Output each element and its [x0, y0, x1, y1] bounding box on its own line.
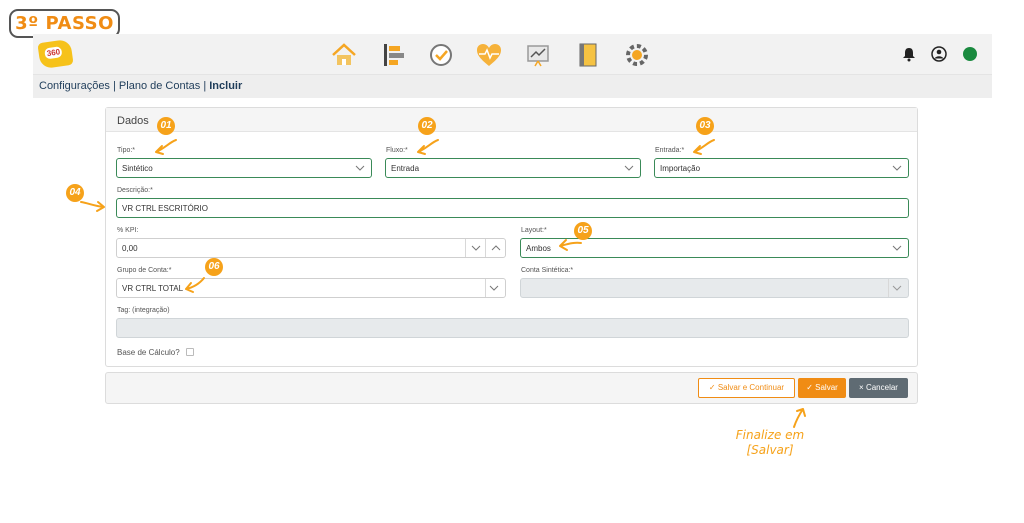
descricao-label: Descrição:*: [117, 187, 153, 194]
breadcrumb-plano-de-contas[interactable]: Plano de Contas: [119, 80, 200, 92]
base-calculo-checkbox[interactable]: [186, 348, 194, 356]
annotation-arrow-icon: [155, 139, 177, 155]
home-icon[interactable]: [330, 41, 358, 69]
divider: [485, 279, 486, 297]
close-icon: ×: [859, 383, 866, 392]
tag-input: [116, 318, 909, 338]
check-icon: ✓: [806, 383, 816, 392]
app-logo[interactable]: 360: [37, 38, 74, 70]
save-label: Salvar: [815, 383, 838, 392]
cancel-button[interactable]: × Cancelar: [849, 378, 908, 398]
kpi-value: 0,00: [122, 244, 138, 253]
finalize-note: Finalize em [Salvar]: [722, 428, 818, 458]
decrement-chevron-icon[interactable]: [471, 243, 481, 253]
increment-chevron-icon[interactable]: [491, 243, 501, 253]
conta-sintetica-label: Conta Sintética:*: [521, 267, 574, 274]
entrada-select[interactable]: Importação: [654, 158, 909, 178]
finalize-line1: Finalize em: [735, 428, 805, 442]
grupo-label: Grupo de Conta:*: [117, 267, 172, 274]
chevron-down-icon: [892, 245, 902, 251]
gear-icon[interactable]: [623, 41, 651, 69]
status-dot-icon: [963, 47, 977, 61]
save-button[interactable]: ✓ Salvar: [798, 378, 846, 398]
list-icon[interactable]: [380, 41, 408, 69]
annotation-arrow-icon: [185, 277, 205, 293]
tipo-select[interactable]: Sintético: [116, 158, 372, 178]
breadcrumb-bar: Configurações | Plano de Contas | Inclui…: [33, 75, 992, 98]
step-marker: 02: [418, 117, 436, 135]
base-calculo-label: Base de Cálculo?: [117, 348, 180, 357]
annotation-arrow-icon: [417, 139, 439, 155]
step-marker: 03: [696, 117, 714, 135]
chevron-down-icon: [892, 285, 902, 291]
annotation-arrow-icon: [693, 139, 715, 155]
grupo-select[interactable]: VR CTRL TOTAL: [116, 278, 506, 298]
form-panel: Dados Tipo:* Sintético Fluxo:* Entrada E…: [105, 107, 918, 367]
chart-icon[interactable]: [524, 41, 552, 69]
save-continue-button[interactable]: ✓ Salvar e Continuar: [698, 378, 795, 398]
heart-pulse-icon[interactable]: [475, 41, 503, 69]
form-actions-bar: ✓ Salvar e Continuar ✓ Salvar × Cancelar: [105, 372, 918, 404]
save-continue-label: Salvar e Continuar: [717, 383, 785, 392]
divider: [888, 279, 889, 297]
layout-value: Ambos: [526, 244, 551, 253]
entrada-label: Entrada:*: [655, 147, 685, 154]
breadcrumb-separator: |: [200, 80, 210, 92]
divider: [465, 239, 466, 257]
top-navbar: 360: [33, 34, 992, 75]
tag-label: Tag: (integração): [117, 307, 170, 314]
notebook-icon[interactable]: [574, 41, 602, 69]
annotation-arrow-icon: [559, 239, 582, 251]
breadcrumb: Configurações | Plano de Contas | Inclui…: [39, 80, 242, 92]
annotation-arrow-icon: [80, 201, 105, 212]
bell-icon[interactable]: [901, 46, 917, 62]
check-circle-icon[interactable]: [427, 41, 455, 69]
finalize-line2: [Salvar]: [746, 443, 794, 457]
fluxo-label: Fluxo:*: [386, 147, 408, 154]
breadcrumb-current: Incluir: [209, 80, 243, 92]
check-icon: ✓: [708, 383, 718, 392]
chevron-down-icon: [624, 165, 634, 171]
kpi-label: % KPI:: [117, 227, 139, 234]
layout-label: Layout:*: [521, 227, 547, 234]
cancel-label: Cancelar: [865, 383, 898, 392]
divider: [485, 239, 486, 257]
descricao-value: VR CTRL ESCRITÓRIO: [122, 204, 208, 213]
chevron-down-icon: [489, 285, 499, 291]
breadcrumb-separator: |: [109, 80, 119, 92]
grupo-value: VR CTRL TOTAL: [122, 284, 184, 293]
chevron-down-icon: [355, 165, 365, 171]
chevron-down-icon: [892, 165, 902, 171]
tipo-label: Tipo:*: [117, 147, 136, 154]
descricao-input[interactable]: VR CTRL ESCRITÓRIO: [116, 198, 909, 218]
tipo-value: Sintético: [122, 164, 153, 173]
step-marker: 06: [205, 258, 223, 276]
fluxo-select[interactable]: Entrada: [385, 158, 641, 178]
breadcrumb-configuracoes[interactable]: Configurações: [39, 80, 110, 92]
annotation-arrow-icon: [793, 408, 806, 428]
panel-title: Dados: [106, 108, 917, 132]
logo-text: 360: [44, 46, 63, 60]
conta-sintetica-select: [520, 278, 909, 298]
entrada-value: Importação: [660, 164, 701, 173]
kpi-input[interactable]: 0,00: [116, 238, 506, 258]
user-icon[interactable]: [931, 46, 947, 62]
fluxo-value: Entrada: [391, 164, 420, 173]
step-marker: 01: [157, 117, 175, 135]
